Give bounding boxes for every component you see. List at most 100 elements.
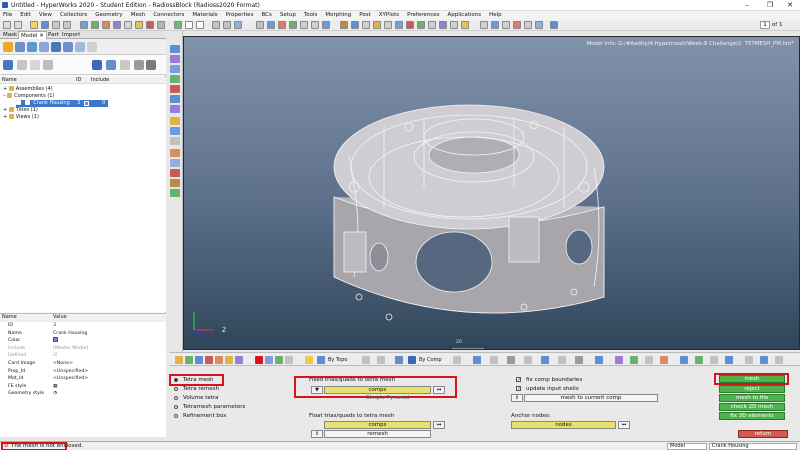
expand-icon[interactable]: + [3, 107, 9, 113]
vis-icon-1[interactable] [175, 356, 183, 364]
vis-icon-12[interactable] [377, 356, 385, 364]
menu-file[interactable]: File [0, 11, 16, 20]
toolbar-icon-s[interactable] [450, 21, 458, 29]
menu-view[interactable]: View [35, 11, 56, 20]
display-icon[interactable] [170, 189, 180, 197]
vis-icon-29[interactable] [725, 356, 733, 364]
display-none-icon[interactable] [17, 60, 27, 70]
vis-icon-20[interactable] [575, 356, 583, 364]
mesh-button[interactable]: mesh [719, 375, 785, 383]
tab-mask[interactable]: Mask [1, 31, 19, 39]
vis-icon-14[interactable] [473, 356, 481, 364]
menu-connectors[interactable]: Connectors [149, 11, 188, 20]
vis-icon-2[interactable] [185, 356, 193, 364]
hide-icon[interactable] [146, 60, 156, 70]
vis-icon-25[interactable] [660, 356, 668, 364]
mesh-to-comp-toggle[interactable]: ⇕ [511, 394, 523, 402]
toolbar-icon-k[interactable] [362, 21, 370, 29]
by-comp-dropdown[interactable]: By Comp [419, 356, 442, 364]
select-window-icon[interactable] [196, 21, 204, 29]
vis-icon-21[interactable] [595, 356, 603, 364]
browser-collapse-icon[interactable] [75, 42, 85, 52]
view-front-icon[interactable] [170, 105, 180, 113]
vis-icon-4[interactable] [205, 356, 213, 364]
reject-button[interactable]: reject [719, 385, 785, 393]
section-cut-icon[interactable] [170, 137, 180, 145]
browser-component-icon[interactable] [27, 42, 37, 52]
entity-filter-icon[interactable] [92, 60, 102, 70]
unmask-icon[interactable] [170, 159, 180, 167]
vis-icon-13[interactable] [453, 356, 461, 364]
vis-icon-22[interactable] [615, 356, 623, 364]
load-collector-icon[interactable] [135, 21, 143, 29]
browser-mode-icon[interactable] [3, 42, 13, 52]
vis-icon-30[interactable] [745, 356, 753, 364]
menu-geometry[interactable]: Geometry [91, 11, 126, 20]
fixed-mode-label[interactable]: Simple Pyramid [366, 394, 409, 402]
redo-icon[interactable] [14, 21, 22, 29]
save-icon[interactable] [41, 21, 49, 29]
toolbar-icon-r[interactable] [439, 21, 447, 29]
graphics-viewport[interactable]: Model Info: G:/#Aadity/4.Hypermesh/Week-… [183, 36, 800, 350]
prop-row[interactable]: Name Crank Housing [0, 330, 166, 338]
show-icon[interactable] [134, 60, 144, 70]
fixed-reset-button[interactable]: ⏮ [433, 386, 445, 394]
select-all-icon[interactable] [174, 21, 182, 29]
topology-icon[interactable] [317, 356, 325, 364]
menu-tools[interactable]: Tools [300, 11, 322, 20]
browser-assembly-icon[interactable] [51, 42, 61, 52]
tree-col-name[interactable]: Name [2, 77, 17, 84]
tab-part[interactable]: Part [46, 31, 61, 39]
toolbar-icon-m[interactable] [384, 21, 392, 29]
float-remesh-toggle[interactable]: remesh [324, 430, 431, 438]
color-mode-icon[interactable] [120, 60, 130, 70]
mesh-to-current-comp-button[interactable]: mesh to current comp [524, 394, 658, 402]
zoom-in-icon[interactable] [170, 65, 180, 73]
display-all-icon[interactable] [3, 60, 13, 70]
crank-housing-model[interactable] [184, 37, 800, 350]
prop-row[interactable]: Mat_Id <Unspecified> [0, 375, 166, 383]
menu-edit[interactable]: Edit [16, 11, 35, 20]
radio-dot[interactable] [174, 386, 178, 391]
toolbar-icon-q[interactable] [428, 21, 436, 29]
browser-part-icon[interactable] [39, 42, 49, 52]
vis-icon-9[interactable] [275, 356, 283, 364]
tree-col-id[interactable]: ID [76, 77, 81, 84]
tree-item-components[interactable]: – Components (1) [3, 93, 54, 100]
status-component-field[interactable]: Crank Housing [709, 443, 797, 450]
select-box-icon[interactable] [185, 21, 193, 29]
check-2d-mesh-button[interactable]: check 2D mesh [719, 403, 785, 411]
entity-type-icon[interactable] [106, 60, 116, 70]
vis-icon-16[interactable] [507, 356, 515, 364]
delete-icon[interactable] [255, 356, 263, 364]
prop-row[interactable]: Defined ☑ [0, 352, 166, 360]
isolate-icon[interactable] [43, 60, 53, 70]
mesh-display-icon[interactable] [395, 356, 403, 364]
menu-xyplots[interactable]: XYPlots [375, 11, 403, 20]
prop-row[interactable]: Include [Master Model] [0, 345, 166, 353]
vis-icon-24[interactable] [645, 356, 653, 364]
fe-style-icon[interactable]: ▦ [53, 384, 57, 389]
vis-icon-32[interactable] [775, 356, 783, 364]
vis-icon-19[interactable] [558, 356, 566, 364]
vis-icon-23[interactable] [630, 356, 638, 364]
tree-item-views[interactable]: + Views (1) [3, 114, 39, 121]
menu-setup[interactable]: Setup [276, 11, 300, 20]
toolbar-icon-g[interactable] [311, 21, 319, 29]
prop-row[interactable]: Card Image <None> [0, 360, 166, 368]
prop-row[interactable]: Prop_Id <Unspecified> [0, 368, 166, 376]
import-icon[interactable] [52, 21, 60, 29]
tab-import[interactable]: Import [60, 31, 82, 39]
mesh-to-file-button[interactable]: mesh to file [719, 394, 785, 402]
radio-dot[interactable] [174, 395, 178, 400]
prop-value[interactable]: <Unspecified> [53, 375, 88, 383]
measure-icon[interactable] [170, 179, 180, 187]
vis-icon-18[interactable] [541, 356, 549, 364]
tree-item-titles[interactable]: + Titles (1) [3, 107, 38, 114]
menu-preferences[interactable]: Preferences [403, 11, 443, 20]
fixed-selector-dropdown[interactable]: ▼ [311, 386, 323, 394]
toolbar-icon-u[interactable] [480, 21, 488, 29]
radio-volume-tetra[interactable]: Volume tetra [174, 394, 219, 402]
vis-icon-8[interactable] [265, 356, 273, 364]
float-reset-button[interactable]: ⏮ [433, 421, 445, 429]
